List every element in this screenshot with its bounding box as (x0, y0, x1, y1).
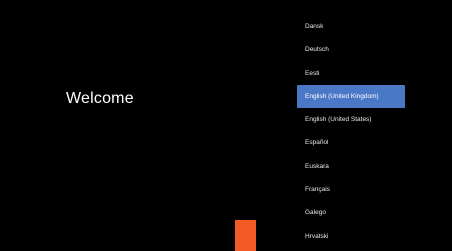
language-list: Dansk Deutsch Eesti English (United King… (297, 15, 405, 248)
language-option-dansk[interactable]: Dansk (297, 15, 405, 38)
language-option-espanol[interactable]: Español (297, 131, 405, 154)
language-option-english-us[interactable]: English (United States) (297, 108, 405, 131)
language-option-galego[interactable]: Galego (297, 201, 405, 224)
language-option-euskara[interactable]: Euskara (297, 155, 405, 178)
language-option-deutsch[interactable]: Deutsch (297, 38, 405, 61)
accent-block (235, 220, 256, 251)
welcome-title: Welcome (66, 90, 134, 107)
language-option-eesti[interactable]: Eesti (297, 62, 405, 85)
language-option-hrvatski[interactable]: Hrvatski (297, 225, 405, 248)
language-option-english-uk[interactable]: English (United Kingdom) (297, 84, 405, 109)
language-option-francais[interactable]: Français (297, 178, 405, 201)
